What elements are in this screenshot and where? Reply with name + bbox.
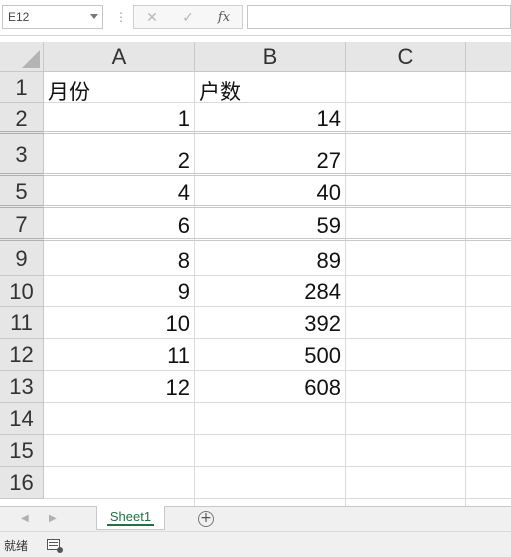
cell-b[interactable]: 284 bbox=[195, 279, 341, 305]
select-all-triangle-icon bbox=[22, 50, 40, 68]
cell-b-header[interactable]: 户数 bbox=[199, 76, 241, 106]
cell-b[interactable]: 14 bbox=[195, 106, 341, 132]
table-row bbox=[44, 435, 511, 467]
cancel-icon[interactable]: ✕ bbox=[143, 9, 161, 27]
name-box-value: E12 bbox=[8, 10, 30, 24]
formula-input[interactable] bbox=[247, 5, 511, 29]
formula-bar-separator-icon: ⋮ bbox=[115, 10, 127, 24]
active-tab-underline bbox=[107, 524, 154, 526]
cell-a[interactable]: 1 bbox=[44, 106, 190, 132]
row-header[interactable]: 3 bbox=[0, 134, 44, 176]
next-sheet-icon[interactable]: ▶ bbox=[49, 513, 57, 525]
row-header[interactable]: 10 bbox=[0, 276, 44, 307]
row-header[interactable]: 16 bbox=[0, 467, 44, 499]
table-row bbox=[44, 403, 511, 435]
row-header[interactable]: 5 bbox=[0, 176, 44, 208]
column-header-d-partial[interactable] bbox=[466, 42, 511, 72]
name-box[interactable]: E12 bbox=[2, 5, 103, 29]
cell-a[interactable]: 9 bbox=[44, 279, 190, 305]
row-header[interactable]: 2 bbox=[0, 103, 44, 134]
sheet-tab-bar: ◀ ▶ Sheet1 + bbox=[0, 506, 511, 531]
row-header[interactable]: 11 bbox=[0, 307, 44, 339]
table-row bbox=[44, 72, 511, 103]
cell-a[interactable]: 4 bbox=[44, 180, 190, 206]
select-all-button[interactable] bbox=[0, 42, 44, 72]
enter-icon[interactable]: ✓ bbox=[179, 9, 197, 27]
row-header[interactable]: 7 bbox=[0, 208, 44, 241]
row-header[interactable]: 9 bbox=[0, 241, 44, 276]
prev-sheet-icon[interactable]: ◀ bbox=[21, 513, 29, 525]
macro-record-icon[interactable] bbox=[47, 539, 63, 553]
cell-b[interactable]: 392 bbox=[195, 311, 341, 337]
sheet-tab-label: Sheet1 bbox=[109, 509, 152, 524]
status-bar: 就绪 bbox=[0, 531, 511, 557]
cell-b[interactable]: 89 bbox=[195, 248, 341, 274]
cell-b[interactable]: 608 bbox=[195, 375, 341, 401]
row-header[interactable]: 13 bbox=[0, 371, 44, 403]
column-header-a[interactable]: A bbox=[44, 42, 195, 72]
cell-b[interactable]: 500 bbox=[195, 343, 341, 369]
formula-buttons: ✕ ✓ fx bbox=[133, 5, 243, 29]
status-ready-text: 就绪 bbox=[4, 539, 29, 553]
cell-a[interactable]: 10 bbox=[44, 311, 190, 337]
row-header[interactable]: 1 bbox=[0, 72, 44, 103]
cell-a[interactable]: 2 bbox=[44, 148, 190, 174]
table-row bbox=[44, 467, 511, 499]
cell-b[interactable]: 40 bbox=[195, 180, 341, 206]
cell-b[interactable]: 27 bbox=[195, 148, 341, 174]
worksheet-grid: A B C 1 月份 户数 2 1 14 3 2 27 5 4 40 7 6 59 9 8 89 10 9 284 11 1… bbox=[0, 42, 511, 506]
sheet-tab-sheet1[interactable]: Sheet1 bbox=[96, 506, 165, 530]
cell-a[interactable]: 12 bbox=[44, 375, 190, 401]
column-header-c[interactable]: C bbox=[346, 42, 466, 72]
cell-a[interactable]: 6 bbox=[44, 213, 190, 239]
row-header[interactable]: 15 bbox=[0, 435, 44, 467]
add-sheet-icon[interactable]: + bbox=[198, 511, 214, 527]
cell-a[interactable]: 11 bbox=[44, 343, 190, 369]
cell-a-header[interactable]: 月份 bbox=[48, 76, 90, 106]
name-box-dropdown-icon[interactable] bbox=[90, 14, 98, 19]
row-header[interactable]: 14 bbox=[0, 403, 44, 435]
cell-b[interactable]: 59 bbox=[195, 213, 341, 239]
insert-function-icon[interactable]: fx bbox=[215, 9, 233, 27]
cell-a[interactable]: 8 bbox=[44, 248, 190, 274]
column-header-b[interactable]: B bbox=[195, 42, 346, 72]
formula-bar: E12 ⋮ ✕ ✓ fx bbox=[0, 0, 511, 36]
row-header[interactable]: 12 bbox=[0, 339, 44, 371]
